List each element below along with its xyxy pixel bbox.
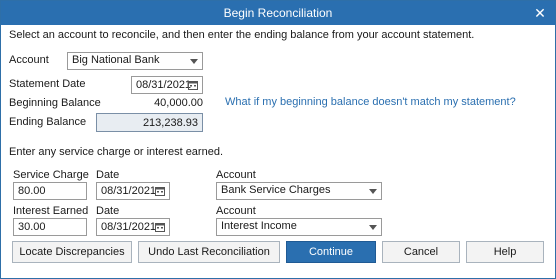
service-charge-date-label: Date bbox=[96, 169, 120, 181]
interest-earned-date-value: 08/31/2021 bbox=[101, 221, 157, 233]
dialog-title: Begin Reconciliation bbox=[223, 6, 333, 20]
chevron-down-icon bbox=[369, 189, 377, 194]
help-button[interactable]: Help bbox=[466, 241, 544, 263]
interest-earned-input[interactable] bbox=[13, 218, 87, 236]
ending-balance-label: Ending Balance bbox=[9, 116, 87, 128]
statement-date-value: 08/31/2021 bbox=[136, 79, 192, 91]
service-charge-account-label: Account bbox=[216, 169, 256, 181]
chevron-down-icon bbox=[369, 225, 377, 230]
calendar-icon[interactable] bbox=[155, 186, 165, 196]
close-icon[interactable]: ✕ bbox=[531, 4, 549, 22]
interest-earned-date-field[interactable]: 08/31/2021 bbox=[96, 218, 170, 236]
account-dropdown-value: Big National Bank bbox=[72, 54, 160, 66]
continue-button[interactable]: Continue bbox=[286, 241, 376, 263]
service-intro-text: Enter any service charge or interest ear… bbox=[9, 146, 224, 158]
calendar-icon[interactable] bbox=[155, 222, 165, 232]
calendar-icon[interactable] bbox=[188, 80, 198, 90]
interest-earned-account-value: Interest Income bbox=[221, 220, 297, 232]
service-charge-input[interactable] bbox=[13, 182, 87, 200]
service-charge-account-dropdown[interactable]: Bank Service Charges bbox=[216, 182, 382, 200]
beginning-balance-value: 40,000.00 bbox=[154, 97, 203, 109]
ending-balance-input[interactable] bbox=[96, 113, 203, 132]
statement-date-label: Statement Date bbox=[9, 78, 86, 90]
account-dropdown[interactable]: Big National Bank bbox=[67, 52, 203, 70]
undo-last-reconciliation-button[interactable]: Undo Last Reconciliation bbox=[138, 241, 280, 263]
account-label: Account bbox=[9, 54, 49, 66]
locate-discrepancies-button[interactable]: Locate Discrepancies bbox=[12, 241, 132, 263]
chevron-down-icon bbox=[190, 59, 198, 64]
service-charge-date-field[interactable]: 08/31/2021 bbox=[96, 182, 170, 200]
service-charge-account-value: Bank Service Charges bbox=[221, 184, 331, 196]
interest-earned-account-label: Account bbox=[216, 205, 256, 217]
interest-earned-date-label: Date bbox=[96, 205, 120, 217]
service-charge-label: Service Charge bbox=[13, 169, 89, 181]
cancel-button[interactable]: Cancel bbox=[382, 241, 460, 263]
title-bar: Begin Reconciliation ✕ bbox=[1, 1, 555, 25]
beginning-balance-help-link[interactable]: What if my beginning balance doesn't mat… bbox=[225, 96, 516, 108]
statement-date-field[interactable]: 08/31/2021 bbox=[131, 76, 203, 94]
interest-earned-account-dropdown[interactable]: Interest Income bbox=[216, 218, 382, 236]
intro-text: Select an account to reconcile, and then… bbox=[9, 29, 475, 41]
service-charge-date-value: 08/31/2021 bbox=[101, 185, 157, 197]
beginning-balance-label: Beginning Balance bbox=[9, 97, 101, 109]
interest-earned-label: Interest Earned bbox=[13, 205, 89, 217]
begin-reconciliation-dialog: Begin Reconciliation ✕ Select an account… bbox=[0, 0, 556, 279]
